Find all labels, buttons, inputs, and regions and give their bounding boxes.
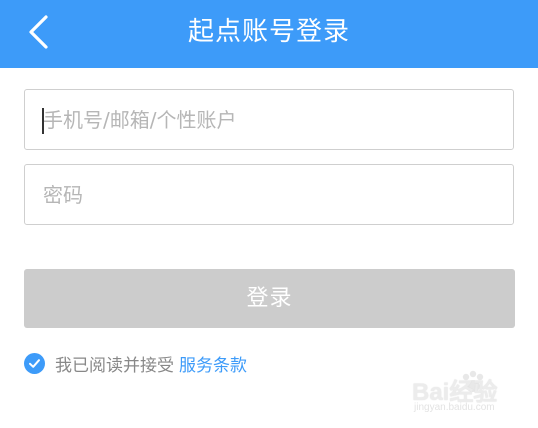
agreement-checkbox[interactable] — [24, 352, 45, 374]
login-button[interactable]: 登录 — [24, 269, 515, 328]
login-page: 起点账号登录 登录 我已阅读并接受 服务条款 Bai经验 jingyan.bai… — [0, 0, 538, 428]
agreement-row: 我已阅读并接受 服务条款 — [24, 351, 247, 376]
page-title: 起点账号登录 — [187, 17, 350, 47]
text-caret — [42, 108, 44, 134]
checkmark-icon — [29, 358, 40, 368]
account-field[interactable] — [24, 89, 514, 150]
password-input[interactable] — [25, 165, 513, 224]
agreement-text: 我已阅读并接受 — [55, 355, 174, 376]
password-field[interactable] — [24, 164, 514, 225]
watermark-url: jingyan.baidu.com — [414, 402, 495, 413]
watermark: Bai经验 jingyan.baidu.com — [410, 368, 520, 418]
account-input[interactable] — [25, 90, 513, 149]
terms-link[interactable]: 服务条款 — [179, 351, 247, 376]
app-header: 起点账号登录 — [0, 0, 538, 68]
